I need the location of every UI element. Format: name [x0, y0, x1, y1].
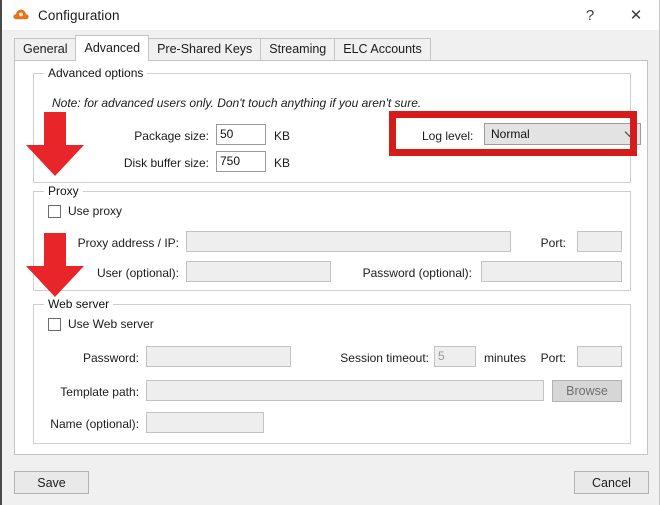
package-size-unit: KB [274, 129, 291, 143]
web-server-group: Web server Use Web server Password: Sess… [33, 297, 631, 444]
use-proxy-checkbox[interactable] [48, 204, 61, 218]
window-title: Configuration [38, 7, 120, 23]
advanced-options-group: Advanced options Note: for advanced user… [33, 66, 641, 183]
tab-content-panel: Advanced options Note: for advanced user… [14, 60, 648, 455]
tab-general[interactable]: General [14, 38, 77, 61]
use-proxy-label: Use proxy [68, 204, 123, 218]
title-bar: Configuration ? ✕ [2, 0, 659, 30]
session-timeout-label: Session timeout: [340, 351, 429, 365]
session-timeout-unit: minutes [484, 351, 527, 365]
proxy-port-label: Port: [540, 236, 566, 250]
log-level-value: Normal [491, 127, 530, 141]
package-size-input[interactable]: 50 [216, 124, 266, 145]
proxy-port-input[interactable] [577, 231, 622, 252]
proxy-legend: Proxy [44, 184, 83, 198]
use-web-server-checkbox[interactable] [48, 317, 61, 331]
web-name-input[interactable] [146, 412, 264, 433]
disk-buffer-size-label: Disk buffer size: [123, 156, 209, 170]
disk-buffer-size-unit: KB [274, 156, 291, 170]
proxy-user-label: User (optional): [96, 266, 179, 280]
cloud-icon [12, 6, 30, 24]
proxy-address-input[interactable] [186, 231, 511, 252]
disk-buffer-size-input[interactable]: 750 [216, 151, 266, 172]
web-port-input[interactable] [577, 346, 622, 367]
tab-elc-accounts[interactable]: ELC Accounts [334, 38, 431, 61]
tab-pre-shared-keys[interactable]: Pre-Shared Keys [148, 38, 262, 61]
use-web-server-checkbox-row[interactable]: Use Web server [48, 317, 154, 331]
use-proxy-checkbox-row[interactable]: Use proxy [48, 204, 122, 218]
help-button[interactable]: ? [567, 0, 613, 30]
log-level-label: Log level: [422, 129, 474, 143]
tab-streaming[interactable]: Streaming [260, 38, 336, 61]
template-path-input[interactable] [146, 380, 544, 401]
configuration-window: Configuration ? ✕ General Advanced Pre-S… [0, 0, 660, 505]
tab-strip: General Advanced Pre-Shared Keys Streami… [2, 30, 659, 61]
proxy-group: Proxy Use proxy Proxy address / IP: Port… [33, 184, 631, 291]
cancel-button[interactable]: Cancel [574, 471, 649, 494]
proxy-address-label: Proxy address / IP: [77, 236, 179, 250]
proxy-user-input[interactable] [186, 261, 331, 282]
web-port-label: Port: [540, 351, 566, 365]
advanced-options-note: Note: for advanced users only. Don't tou… [52, 96, 422, 110]
use-web-server-label: Use Web server [68, 317, 154, 331]
save-button[interactable]: Save [14, 471, 89, 494]
session-timeout-input[interactable]: 5 [434, 346, 476, 367]
web-password-label: Password: [82, 351, 139, 365]
package-size-label: Package size: [134, 129, 209, 143]
browse-button[interactable]: Browse [552, 380, 622, 402]
advanced-options-legend: Advanced options [44, 66, 148, 80]
web-name-label: Name (optional): [50, 417, 139, 431]
chevron-down-icon [618, 130, 640, 138]
web-password-input[interactable] [146, 346, 291, 367]
log-level-select[interactable]: Normal [484, 123, 641, 145]
tab-advanced[interactable]: Advanced [75, 35, 150, 61]
web-server-legend: Web server [44, 297, 114, 311]
template-path-label: Template path: [60, 385, 139, 399]
proxy-password-label: Password (optional): [362, 266, 472, 280]
close-button[interactable]: ✕ [613, 0, 659, 30]
proxy-password-input[interactable] [481, 261, 622, 282]
